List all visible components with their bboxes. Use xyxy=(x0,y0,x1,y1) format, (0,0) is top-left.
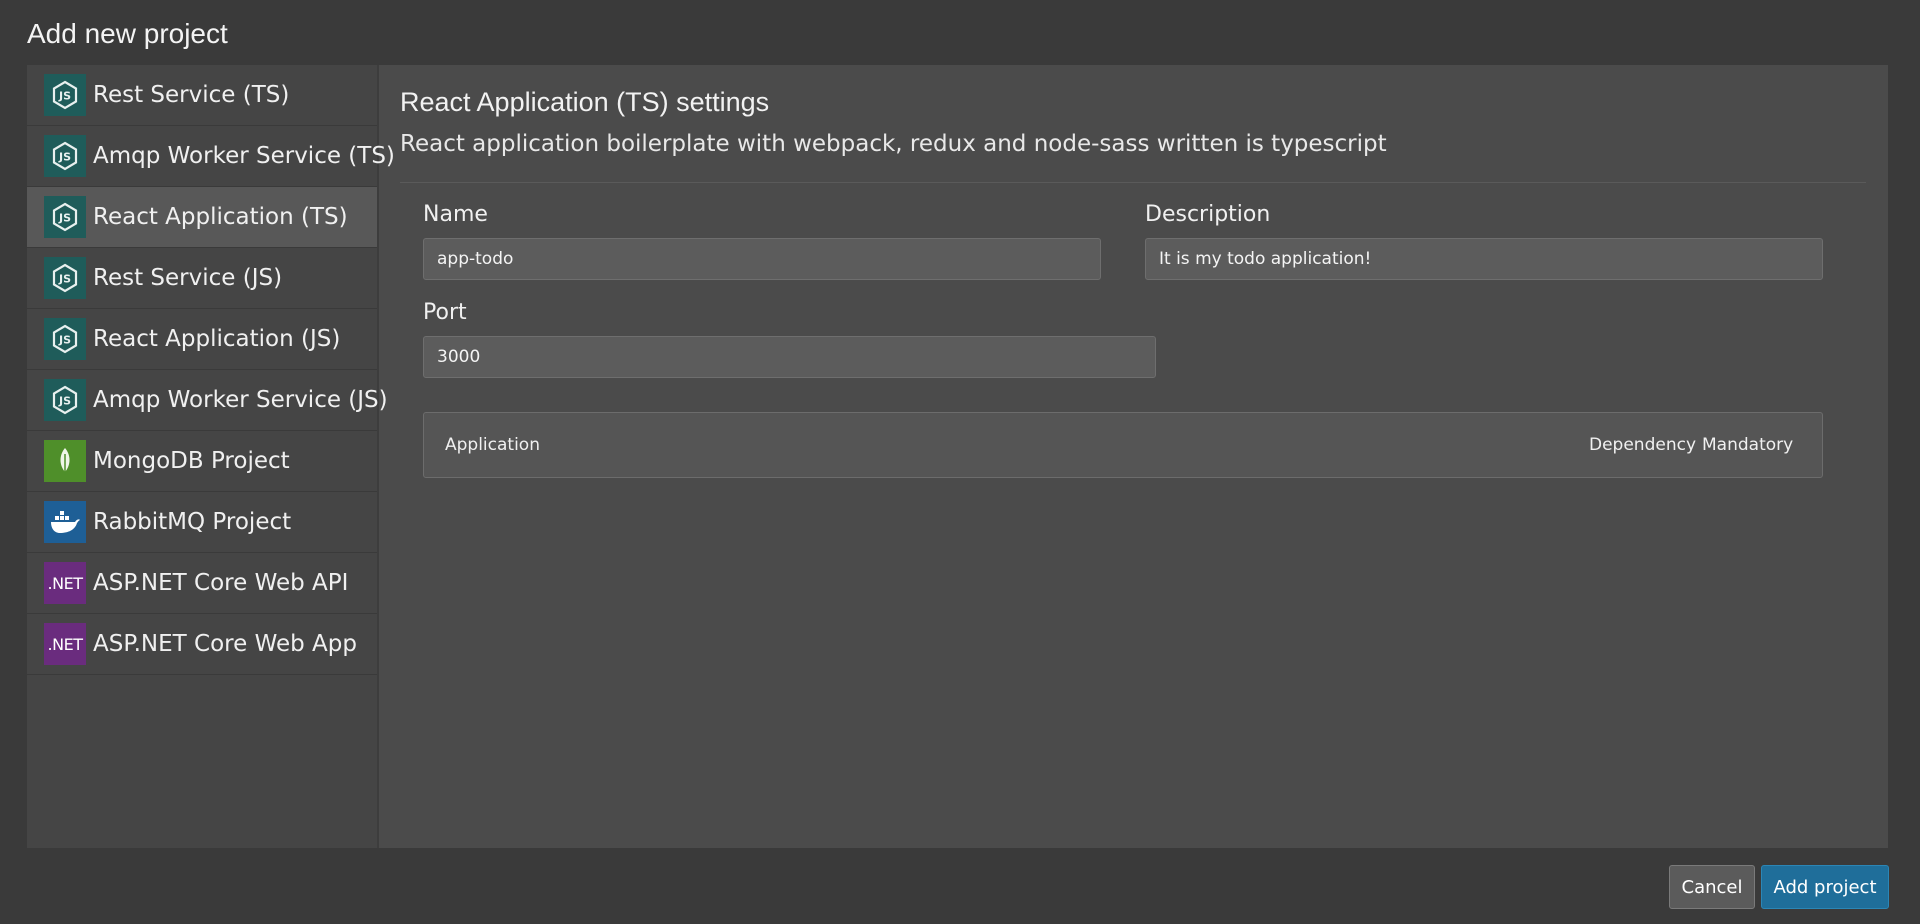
nodejs-icon: JS xyxy=(44,379,86,421)
sidebar-item-rabbitmq-project[interactable]: RabbitMQ Project xyxy=(27,492,377,553)
docker-whale-icon xyxy=(44,501,86,543)
svg-text:JS: JS xyxy=(58,212,71,225)
svg-text:JS: JS xyxy=(58,151,71,164)
sidebar-item-rest-service-ts[interactable]: JS Rest Service (TS) xyxy=(27,65,377,126)
sidebar-item-label: React Application (TS) xyxy=(93,204,348,230)
nodejs-icon: JS xyxy=(44,74,86,116)
sidebar-item-label: RabbitMQ Project xyxy=(93,509,292,535)
svg-text:JS: JS xyxy=(58,273,71,286)
column-header-dependency: Dependency xyxy=(1589,435,1697,455)
nodejs-icon: JS xyxy=(44,257,86,299)
sidebar-item-label: Rest Service (TS) xyxy=(93,82,290,108)
sidebar-item-react-application-js[interactable]: JS React Application (JS) xyxy=(27,309,377,370)
add-project-button[interactable]: Add project xyxy=(1761,865,1889,909)
sidebar-item-amqp-worker-js[interactable]: JS Amqp Worker Service (JS) xyxy=(27,370,388,431)
sidebar-item-label: MongoDB Project xyxy=(93,448,290,474)
dialog-title: Add new project xyxy=(27,18,228,49)
sidebar-item-label: React Application (JS) xyxy=(93,326,341,352)
nodejs-icon: JS xyxy=(44,318,86,360)
sidebar-item-aspnet-web-api[interactable]: .NET ASP.NET Core Web API xyxy=(27,553,377,614)
port-input[interactable] xyxy=(423,336,1156,378)
column-header-mandatory: Mandatory xyxy=(1702,435,1794,455)
settings-description: React application boilerplate with webpa… xyxy=(400,131,1387,157)
svg-text:JS: JS xyxy=(58,395,71,408)
sidebar-item-label: ASP.NET Core Web API xyxy=(93,570,349,596)
sidebar-item-mongodb-project[interactable]: MongoDB Project xyxy=(27,431,377,492)
sidebar-item-label: Amqp Worker Service (TS) xyxy=(93,143,395,169)
column-header-application: Application xyxy=(445,435,540,455)
settings-title: React Application (TS) settings xyxy=(400,87,770,117)
name-input[interactable] xyxy=(423,238,1101,280)
port-label: Port xyxy=(423,300,467,325)
svg-text:JS: JS xyxy=(58,334,71,347)
sidebar-item-label: ASP.NET Core Web App xyxy=(93,631,357,657)
sidebar-item-label: Rest Service (JS) xyxy=(93,265,283,291)
description-label: Description xyxy=(1145,202,1271,227)
dotnet-icon: .NET xyxy=(44,623,86,665)
name-label: Name xyxy=(423,202,488,227)
sidebar-item-amqp-worker-ts[interactable]: JS Amqp Worker Service (TS) xyxy=(27,126,395,187)
settings-panel: React Application (TS) settings React ap… xyxy=(379,65,1888,848)
dotnet-icon: .NET xyxy=(44,562,86,604)
divider xyxy=(400,182,1866,183)
mongodb-leaf-icon xyxy=(44,440,86,482)
cancel-button[interactable]: Cancel xyxy=(1669,865,1755,909)
project-type-list: JS Rest Service (TS) JS Amqp Worker Serv… xyxy=(27,65,395,848)
nodejs-icon: JS xyxy=(44,135,86,177)
description-input[interactable] xyxy=(1145,238,1823,280)
sidebar-item-react-application-ts[interactable]: JS React Application (TS) xyxy=(27,187,377,248)
dependencies-table: Application Dependency Mandatory xyxy=(423,412,1823,478)
sidebar-item-aspnet-web-app[interactable]: .NET ASP.NET Core Web App xyxy=(27,614,377,675)
sidebar-item-label: Amqp Worker Service (JS) xyxy=(93,387,388,413)
sidebar-item-rest-service-js[interactable]: JS Rest Service (JS) xyxy=(27,248,377,309)
svg-text:JS: JS xyxy=(58,90,71,103)
dialog-body: JS Rest Service (TS) JS Amqp Worker Serv… xyxy=(27,65,1888,848)
nodejs-icon: JS xyxy=(44,196,86,238)
